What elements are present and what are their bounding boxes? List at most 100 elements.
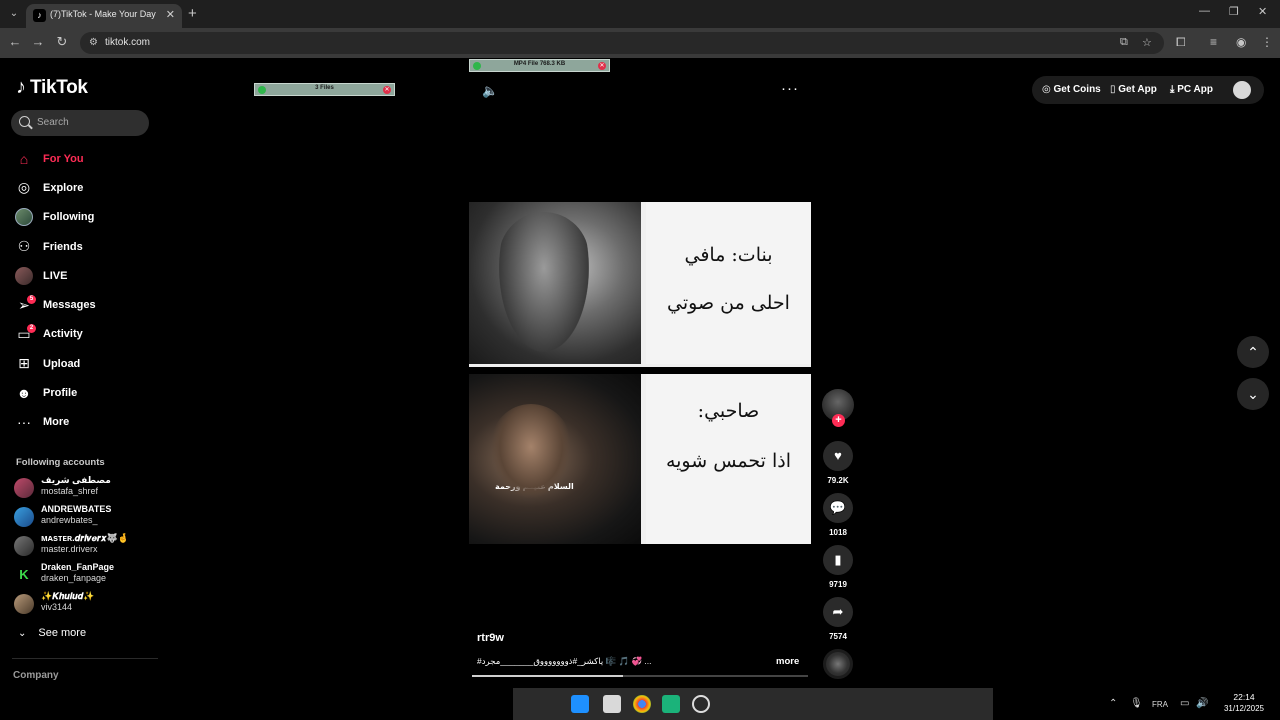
sidebar-item-upload[interactable]: ⊞ Upload	[12, 349, 162, 378]
video-image-girl: 🎀	[469, 202, 641, 364]
get-coins-label: Get Coins	[1053, 84, 1101, 95]
network-icon[interactable]: ▭	[1180, 698, 1189, 709]
sidebar-item-for-you[interactable]: ⌂ For You	[12, 144, 162, 173]
app-icon[interactable]	[662, 695, 680, 713]
account-item[interactable]: K Draken_FanPage draken_fanpage	[14, 561, 154, 589]
minimize-icon[interactable]: —	[1199, 5, 1210, 17]
new-tab-icon[interactable]: +	[188, 5, 197, 22]
microphone-icon[interactable]: 🎙	[1130, 698, 1143, 709]
draken-k-avatar-icon: K	[14, 565, 34, 585]
music-disc-icon[interactable]	[823, 649, 853, 679]
video-player[interactable]: 🎀 بنات: مافي احلى من صوتي السلام عليكم و…	[469, 202, 811, 544]
video-progress-bar[interactable]	[472, 675, 808, 677]
avatar[interactable]	[1233, 81, 1251, 99]
pc-app-button[interactable]: ⤓ PC App	[1170, 84, 1213, 95]
bookmark-star-icon[interactable]: ☆	[1142, 36, 1152, 49]
url-text: tiktok.com	[105, 37, 151, 48]
account-item[interactable]: ᴍᴀsᴛᴇʀ.𝒅𝒓𝒊𝒗𝒆𝒓𝒙🐺🤞 master.driverx	[14, 532, 154, 560]
like-icon[interactable]: ♥	[823, 441, 853, 471]
close-icon[interactable]: ✕	[383, 86, 391, 94]
following-accounts-title: Following accounts	[16, 457, 105, 468]
download-bar-files[interactable]: 3 Files ✕	[254, 83, 395, 96]
sidebar-item-following[interactable]: Following	[12, 203, 162, 232]
system-clock[interactable]: 22:14 31/12/2025	[1214, 692, 1274, 713]
chrome-icon[interactable]	[633, 695, 651, 713]
settings-gear-icon[interactable]	[692, 695, 710, 713]
address-bar[interactable]: ⚙ tiktok.com ⧉ ☆	[80, 32, 1164, 54]
compass-icon: ◎	[17, 179, 31, 196]
bow-icon: 🎀	[541, 234, 554, 245]
previous-video-chevron-up-icon[interactable]: ⌃	[1237, 336, 1269, 368]
avatar	[14, 536, 34, 556]
user-icon: ☻	[16, 385, 32, 402]
input-language[interactable]: FRA	[1152, 700, 1168, 709]
tiktok-logo[interactable]: ♪ TikTok	[16, 76, 88, 99]
chevron-down-icon: ⌄	[18, 627, 27, 639]
sidebar-item-label: Activity	[43, 328, 83, 341]
volume-tray-icon[interactable]: 🔊	[1196, 698, 1208, 709]
sidebar-item-label: Explore	[43, 181, 84, 194]
reload-icon[interactable]: ↻	[54, 34, 70, 50]
follow-plus-icon[interactable]: +	[832, 414, 845, 427]
next-video-chevron-down-icon[interactable]: ⌄	[1237, 378, 1269, 410]
tab-title: (7)TikTok - Make Your Day	[50, 9, 156, 19]
tab-list-icon[interactable]: ⌄	[6, 6, 22, 22]
sidebar-item-more[interactable]: ··· More	[12, 408, 162, 437]
account-name: Draken_FanPage	[41, 562, 115, 572]
browser-menu-icon[interactable]: ⋮	[1261, 35, 1273, 49]
sidebar-item-live[interactable]: LIVE	[12, 261, 162, 290]
download-bar-mp4[interactable]: MP4 File 768.3 KB ✕	[469, 59, 610, 72]
avatar	[14, 594, 34, 614]
account-item[interactable]: ANDREWBATES andrewbates_	[14, 503, 154, 531]
bookmark-icon[interactable]: ▮	[823, 545, 853, 575]
media-controls-icon[interactable]: ≡	[1210, 35, 1217, 49]
sidebar-item-label: Friends	[43, 240, 83, 253]
restore-icon[interactable]: ❐	[1229, 5, 1239, 18]
get-app-label: Get App	[1118, 84, 1157, 95]
sidebar-item-activity[interactable]: ▭ 2 Activity	[12, 320, 162, 349]
sidebar-nav: ⌂ For You ◎ Explore Following ⚇ Friends …	[12, 144, 162, 437]
save-count: 9719	[829, 580, 847, 589]
get-app-button[interactable]: ▯ Get App	[1110, 84, 1157, 95]
friends-icon: ⚇	[17, 238, 31, 255]
sidebar-item-profile[interactable]: ☻ Profile	[12, 378, 162, 407]
video-author[interactable]: rtr9w	[477, 632, 504, 644]
more-options-icon[interactable]: ···	[781, 80, 799, 97]
clock-time: 22:14	[1233, 692, 1255, 702]
browser-tab[interactable]: ♪ (7)TikTok - Make Your Day ✕	[26, 4, 182, 28]
forward-icon[interactable]: →	[30, 34, 46, 49]
sidebar-item-friends[interactable]: ⚇ Friends	[12, 232, 162, 261]
volume-icon[interactable]: 🔈	[482, 83, 498, 99]
file-explorer-icon[interactable]	[603, 695, 621, 713]
see-more-button[interactable]: ⌄ See more	[18, 627, 86, 639]
see-more-label: See more	[38, 627, 87, 639]
comment-icon[interactable]: 💬	[823, 493, 853, 523]
video-text: صاحبي:	[697, 400, 760, 422]
sidebar-item-label: For You	[43, 152, 84, 165]
divider	[12, 658, 158, 659]
back-icon[interactable]: ←	[7, 34, 23, 49]
get-coins-button[interactable]: ◎ Get Coins	[1042, 84, 1101, 95]
share-icon[interactable]: ➦	[823, 597, 853, 627]
site-info-icon[interactable]: ⚙	[89, 37, 98, 48]
install-app-icon[interactable]: ⧉	[1120, 36, 1128, 49]
extensions-icon[interactable]: ⧠	[1176, 35, 1186, 50]
sidebar-item-messages[interactable]: ➢ 5 Messages	[12, 290, 162, 319]
profile-icon[interactable]: ◉	[1236, 35, 1246, 49]
description-more-button[interactable]: more	[776, 656, 799, 667]
account-item[interactable]: مصطفى شريف mostafa_shref	[14, 474, 154, 502]
close-window-icon[interactable]: ✕	[1258, 5, 1267, 18]
tiktok-favicon-icon: ♪	[33, 9, 46, 22]
close-icon[interactable]: ✕	[598, 62, 606, 70]
tray-chevron-up-icon[interactable]: ⌃	[1109, 698, 1117, 709]
sidebar-item-label: Following	[43, 211, 95, 224]
windows-start-icon[interactable]	[571, 695, 589, 713]
account-item[interactable]: ✨𝑲𝒉𝒖𝒍𝒖𝒅✨ viv3144	[14, 590, 154, 618]
close-tab-icon[interactable]: ✕	[166, 8, 175, 21]
avatar	[14, 507, 34, 527]
sidebar-item-explore[interactable]: ◎ Explore	[12, 173, 162, 202]
video-text: بنات: مافي	[684, 244, 773, 266]
company-link[interactable]: Company	[13, 670, 59, 681]
search-input[interactable]: Search	[11, 110, 149, 136]
search-placeholder: Search	[37, 117, 69, 128]
